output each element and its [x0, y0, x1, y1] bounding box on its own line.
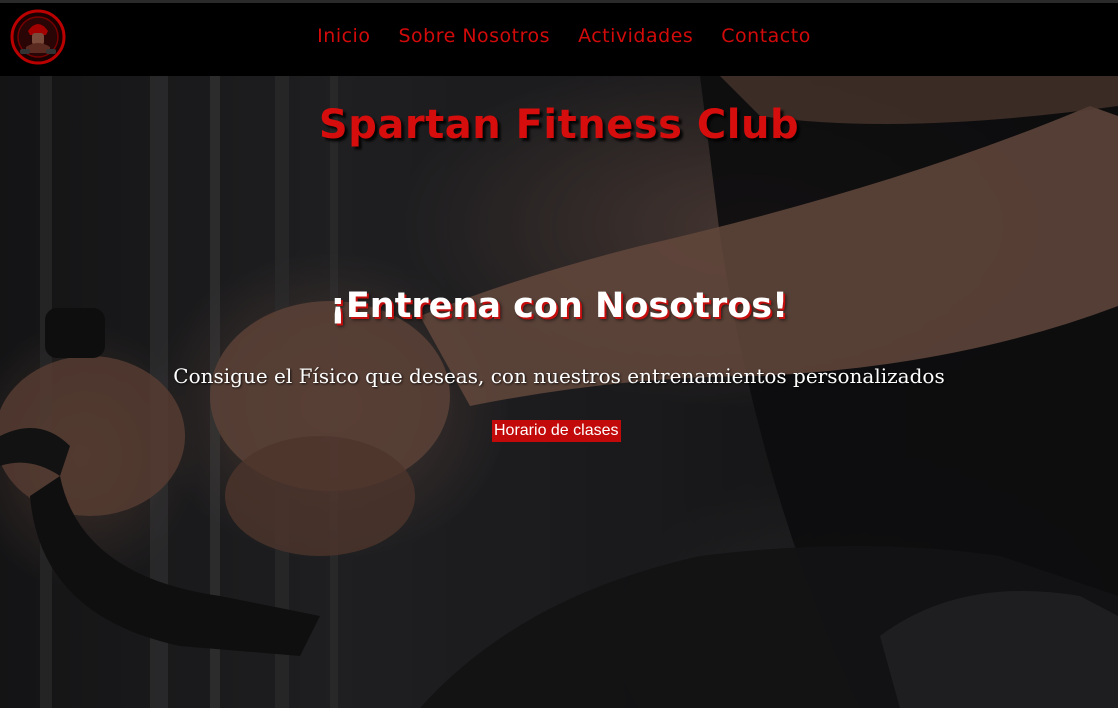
nav-link-contacto[interactable]: Contacto — [721, 25, 811, 47]
nav-link-sobre-nosotros[interactable]: Sobre Nosotros — [398, 25, 550, 47]
class-schedule-button[interactable]: Horario de clases — [492, 420, 621, 442]
hero-section: Spartan Fitness Club ¡Entrena con Nosotr… — [0, 76, 1118, 708]
brand-title: Spartan Fitness Club — [318, 102, 800, 148]
top-navbar: Inicio Sobre Nosotros Actividades Contac… — [0, 0, 1118, 76]
main-nav: Inicio Sobre Nosotros Actividades Contac… — [0, 25, 1118, 47]
hero-content: Spartan Fitness Club ¡Entrena con Nosotr… — [0, 76, 1118, 708]
hero-subheading: Consigue el Físico que deseas, con nuest… — [173, 364, 945, 388]
hero-heading: ¡Entrena con Nosotros! — [329, 286, 789, 326]
nav-link-inicio[interactable]: Inicio — [317, 25, 370, 47]
page: Inicio Sobre Nosotros Actividades Contac… — [0, 0, 1118, 708]
nav-link-actividades[interactable]: Actividades — [578, 25, 693, 47]
